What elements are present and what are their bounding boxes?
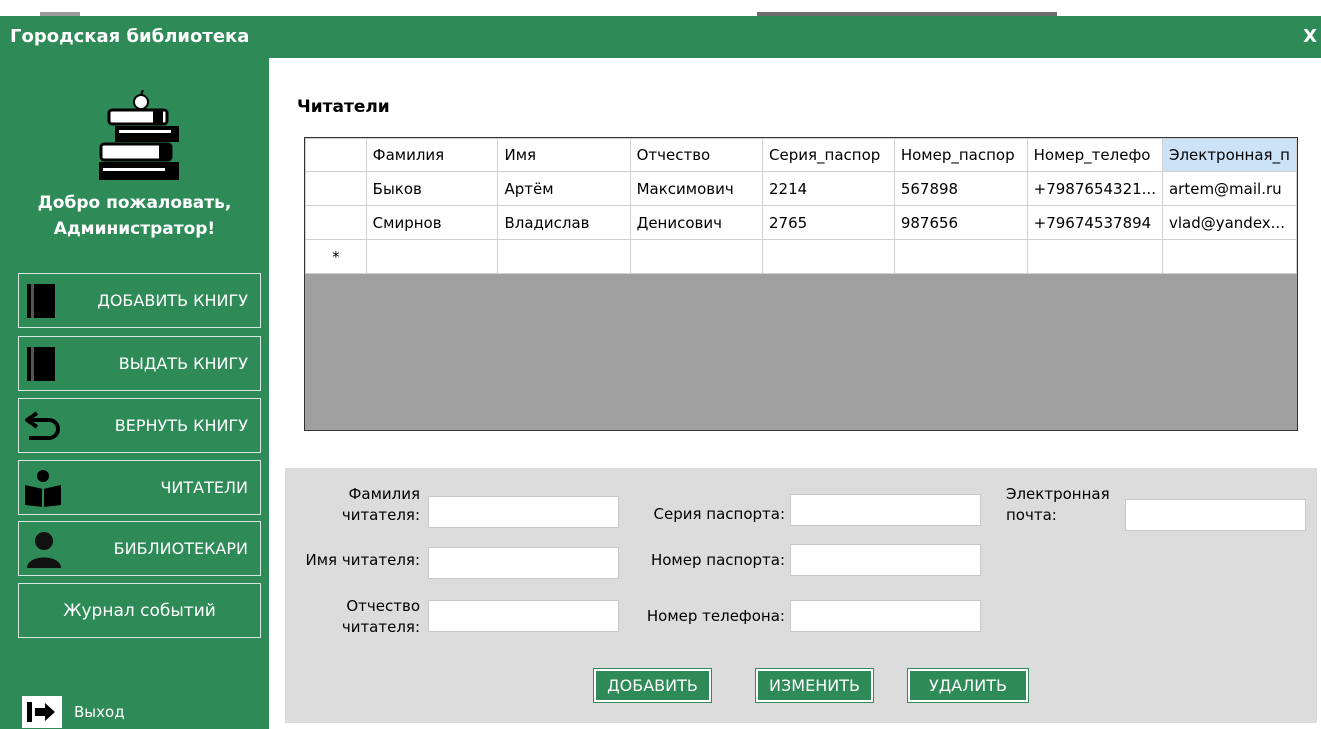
table-cell[interactable]: Владислав bbox=[497, 205, 631, 240]
table-cell[interactable]: 987656 bbox=[893, 205, 1028, 240]
add-book-button[interactable]: ДОБАВИТЬ КНИГУ bbox=[18, 273, 261, 328]
header-row: Фамилия Имя Отчество Серия_паспор Номер_… bbox=[305, 138, 1297, 172]
column-header[interactable]: Отчество bbox=[629, 138, 764, 172]
books-icon bbox=[99, 89, 179, 180]
exit-button[interactable]: Выход bbox=[22, 694, 125, 729]
table-cell[interactable]: Максимович bbox=[629, 171, 764, 206]
phone-input[interactable] bbox=[790, 600, 981, 632]
surname-input[interactable] bbox=[428, 496, 619, 528]
readers-grid[interactable]: Фамилия Имя Отчество Серия_паспор Номер_… bbox=[304, 137, 1298, 431]
row-header[interactable] bbox=[305, 205, 367, 240]
readers-label: ЧИТАТЕЛИ bbox=[160, 478, 248, 497]
table-cell[interactable]: Смирнов bbox=[365, 205, 499, 240]
table-cell[interactable] bbox=[1161, 239, 1297, 274]
event-log-button[interactable]: Журнал событий bbox=[18, 583, 261, 638]
table-cell[interactable]: 2214 bbox=[762, 171, 895, 206]
reader-icon bbox=[25, 470, 61, 507]
table-cell[interactable] bbox=[365, 239, 499, 274]
table-cell[interactable] bbox=[893, 239, 1028, 274]
title-bar: Городская библиотека X bbox=[0, 16, 1321, 58]
surname-label-line: Фамилия bbox=[348, 485, 420, 503]
table-cell[interactable]: Денисович bbox=[629, 205, 764, 240]
delete-button[interactable]: УДАЛИТЬ bbox=[907, 668, 1029, 703]
user-icon bbox=[27, 532, 61, 568]
add-button[interactable]: ДОБАВИТЬ bbox=[593, 668, 712, 703]
librarians-button[interactable]: БИБЛИОТЕКАРИ bbox=[18, 521, 261, 576]
row-header[interactable] bbox=[305, 171, 367, 206]
column-header[interactable]: Фамилия bbox=[365, 138, 499, 172]
table-cell[interactable]: 2765 bbox=[762, 205, 895, 240]
surname-label-line: читателя: bbox=[341, 506, 420, 524]
table-cell[interactable]: Артём bbox=[497, 171, 631, 206]
phone-label: Номер телефона: bbox=[646, 607, 785, 625]
welcome-line: Добро пожаловать, bbox=[37, 193, 232, 213]
column-header[interactable]: Имя bbox=[497, 138, 631, 172]
passport-number-input[interactable] bbox=[790, 544, 981, 576]
close-button[interactable]: X bbox=[1303, 26, 1317, 47]
new-row-marker[interactable]: * bbox=[305, 239, 367, 274]
table-cell[interactable] bbox=[497, 239, 631, 274]
table-cell[interactable]: Быков bbox=[365, 171, 499, 206]
table-row[interactable]: Быков Артём Максимович 2214 567898 +7987… bbox=[305, 171, 1297, 206]
add-book-label: ДОБАВИТЬ КНИГУ bbox=[97, 291, 248, 310]
table-cell[interactable]: 567898 bbox=[893, 171, 1028, 206]
readers-table: Фамилия Имя Отчество Серия_паспор Номер_… bbox=[305, 138, 1297, 274]
column-header[interactable]: Номер_паспор bbox=[893, 138, 1028, 172]
column-header[interactable]: Электронная_п bbox=[1161, 138, 1297, 172]
column-header[interactable]: Номер_телефо bbox=[1026, 138, 1163, 172]
table-cell[interactable] bbox=[629, 239, 764, 274]
page-title: Читатели bbox=[297, 97, 390, 117]
table-cell[interactable]: +79674537894 bbox=[1026, 205, 1163, 240]
readers-button[interactable]: ЧИТАТЕЛИ bbox=[18, 460, 261, 515]
issue-book-button[interactable]: ВЫДАТЬ КНИГУ bbox=[18, 336, 261, 391]
table-row[interactable]: Смирнов Владислав Денисович 2765 987656 … bbox=[305, 205, 1297, 240]
issue-book-label: ВЫДАТЬ КНИГУ bbox=[118, 354, 248, 373]
name-label: Имя читателя: bbox=[305, 551, 421, 569]
welcome-line: Администратор! bbox=[53, 219, 216, 239]
table-cell[interactable] bbox=[1026, 239, 1163, 274]
patronymic-input[interactable] bbox=[428, 600, 619, 632]
passport-number-label: Номер паспорта: bbox=[650, 551, 785, 569]
return-book-label: ВЕРНУТЬ КНИГУ bbox=[114, 416, 248, 435]
name-input[interactable] bbox=[428, 547, 619, 579]
exit-label: Выход bbox=[74, 702, 125, 721]
table-cell[interactable] bbox=[762, 239, 895, 274]
table-cell[interactable]: +7987654321... bbox=[1026, 171, 1163, 206]
event-log-label: Журнал событий bbox=[63, 600, 216, 621]
passport-series-label: Серия паспорта: bbox=[653, 505, 786, 523]
email-label: Электронная почта: bbox=[1006, 484, 1126, 526]
surname-label: Фамилия читателя: bbox=[290, 484, 420, 526]
sidebar: Добро пожаловать, Администратор! ДОБАВИТ… bbox=[0, 58, 269, 729]
book-icon bbox=[27, 284, 55, 318]
email-label-line: Электронная bbox=[1006, 485, 1110, 503]
email-input[interactable] bbox=[1125, 499, 1306, 531]
return-book-button[interactable]: ВЕРНУТЬ КНИГУ bbox=[18, 398, 261, 453]
patronymic-label-line: Отчество bbox=[346, 597, 420, 615]
patronymic-label-line: читателя: bbox=[341, 618, 420, 636]
table-cell[interactable]: artem@mail.ru bbox=[1161, 171, 1297, 206]
exit-icon bbox=[22, 695, 62, 728]
top-strip bbox=[0, 0, 1321, 16]
librarians-label: БИБЛИОТЕКАРИ bbox=[113, 539, 248, 558]
patronymic-label: Отчество читателя: bbox=[290, 596, 420, 638]
row-header-corner[interactable] bbox=[305, 138, 367, 172]
app-title: Городская библиотека bbox=[10, 26, 250, 47]
return-arrow-icon bbox=[25, 411, 60, 440]
passport-series-input[interactable] bbox=[790, 494, 981, 526]
welcome-text: Добро пожаловать, Администратор! bbox=[0, 190, 269, 242]
email-label-line: почта: bbox=[1006, 506, 1057, 524]
table-cell[interactable]: vlad@yandex... bbox=[1161, 205, 1297, 240]
new-row[interactable]: * bbox=[305, 239, 1297, 274]
edit-button[interactable]: ИЗМЕНИТЬ bbox=[755, 668, 874, 703]
book-icon bbox=[27, 347, 55, 381]
column-header[interactable]: Серия_паспор bbox=[762, 138, 895, 172]
